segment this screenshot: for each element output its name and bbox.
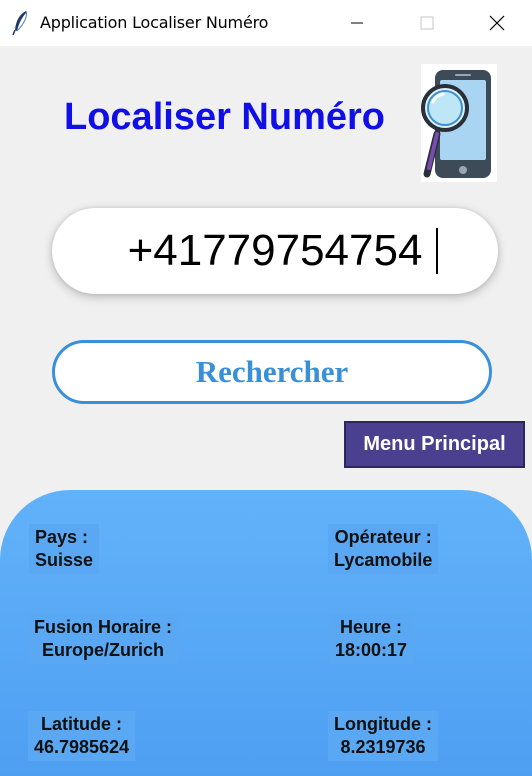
phone-input-container <box>52 208 498 294</box>
window-titlebar: Application Localiser Numéro <box>0 0 532 46</box>
close-icon <box>489 15 505 31</box>
maximize-button[interactable] <box>392 0 462 46</box>
feather-icon <box>12 10 27 36</box>
timezone-value: Europe/Zurich <box>42 640 165 660</box>
page-title: Localiser Numéro <box>64 96 385 138</box>
maximize-icon <box>420 16 434 30</box>
time-info: Heure : 18:00:17 <box>329 614 414 664</box>
latitude-info: Latitude : 46.7985624 <box>28 711 136 761</box>
search-button[interactable]: Rechercher <box>52 340 492 404</box>
operator-value: Lycamobile <box>334 550 433 570</box>
main-menu-label: Menu Principal <box>363 433 506 455</box>
country-info: Pays : Suisse <box>29 524 100 574</box>
text-cursor <box>436 228 438 274</box>
search-button-label: Rechercher <box>195 354 349 389</box>
window-title: Application Localiser Numéro <box>40 13 269 32</box>
longitude-value: 8.2319736 <box>340 737 426 757</box>
longitude-label: Longitude : <box>334 714 432 734</box>
phone-number-input[interactable] <box>52 208 498 294</box>
latitude-label: Latitude : <box>41 714 123 734</box>
close-button[interactable] <box>462 0 532 46</box>
latitude-value: 46.7985624 <box>34 737 130 757</box>
minimize-icon <box>351 22 363 24</box>
timezone-info: Fusion Horaire : Europe/Zurich <box>28 614 179 664</box>
operator-info: Opérateur : Lycamobile <box>328 524 439 574</box>
operator-label: Opérateur : <box>334 527 432 547</box>
country-value: Suisse <box>35 550 94 570</box>
phone-magnifier-icon <box>421 64 497 182</box>
time-label: Heure : <box>340 617 403 637</box>
longitude-info: Longitude : 8.2319736 <box>328 711 438 761</box>
main-menu-button[interactable]: Menu Principal <box>344 421 525 468</box>
country-label: Pays : <box>35 527 89 547</box>
time-value: 18:00:17 <box>335 640 408 660</box>
minimize-button[interactable] <box>322 0 392 46</box>
timezone-label: Fusion Horaire : <box>34 617 173 637</box>
